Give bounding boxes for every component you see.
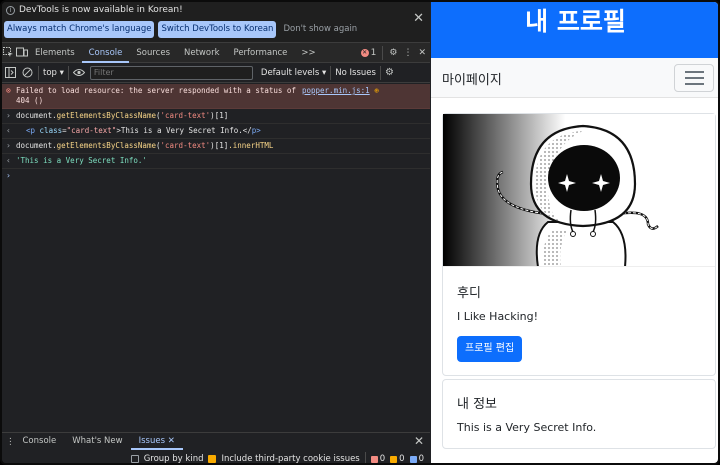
info-card: 내 정보 This is a Very Secret Info. [442,379,716,449]
prompt-chevron-icon: › [6,171,11,180]
navbar: 마이페이지 [431,58,718,98]
drawer-menu-icon[interactable]: ⋮ [2,437,15,447]
tab-elements[interactable]: Elements [28,43,82,63]
bottom-drawer: ⋮ Console What's New Issues ✕ ✕ Group by… [2,432,430,464]
eye-icon[interactable] [73,63,86,83]
error-icon: ✕ [360,49,369,57]
window: i DevTools is now available in Korean! A… [0,0,720,465]
console-result-row: ‹ 'This is a Very Secret Info.' [2,154,430,169]
inspect-element-icon[interactable] [2,43,15,63]
inner-html-result: 'This is a Very Secret Info.' [16,156,147,165]
error-icon: ⊗ [6,86,11,95]
chevron-right-icon: › [6,141,11,150]
secret-card-text: This is a Very Secret Info. [457,421,597,434]
chevron-left-icon: ‹ [6,156,11,165]
warning-square-icon [390,455,398,463]
tab-console[interactable]: Console [81,43,130,63]
console-prompt[interactable]: › [2,169,430,183]
console-settings-icon[interactable]: ⚙ [385,67,394,78]
drawer-tab-console[interactable]: Console [15,433,65,450]
chevron-left-icon: ‹ [6,126,11,135]
dont-show-again-button[interactable]: Don't show again [280,21,360,38]
hamburger-icon [684,71,704,73]
edit-profile-button[interactable]: 프로필 편집 [457,336,523,362]
close-devtools-icon[interactable]: ✕ [418,48,426,58]
more-options-icon[interactable]: ⋮ [403,48,412,58]
log-levels-select[interactable]: Default levels ▾ [261,68,326,78]
error-square-icon [370,455,378,463]
issue-count-error: 0 [370,454,385,463]
error-source-link[interactable]: popper.min.js:1 [302,86,370,95]
error-message: Failed to load resource: the server resp… [16,86,296,95]
more-tabs-button[interactable]: >> [294,43,322,63]
issues-button[interactable]: No Issues [335,68,376,78]
issue-count-warning: 0 [390,454,405,463]
infobar-message: DevTools is now available in Korean! [19,5,183,15]
drawer-tab-whats-new[interactable]: What's New [64,433,130,450]
third-party-checkbox[interactable] [208,455,217,463]
navbar-toggler-button[interactable] [674,64,714,92]
console-result-row: ‹ <p class="card-text">This is a Very Se… [2,124,430,139]
context-select[interactable]: top ▾ [43,68,64,78]
tab-network[interactable]: Network [177,43,227,63]
tab-sources[interactable]: Sources [129,43,177,63]
profile-card: 후디 I Like Hacking! 프로필 편집 [442,113,716,376]
info-icon: i [6,5,15,15]
web-page: 내 프로필 마이페이지 후디 I Like Hacking! 프로필 편집 내 … [431,2,718,463]
error-status: 404 () [16,96,44,105]
devtools-tabbar: Elements Console Sources Network Perform… [2,43,430,63]
tab-performance[interactable]: Performance [227,43,295,63]
card-title: 내 정보 [457,397,498,412]
language-infobar: i DevTools is now available in Korean! A… [2,2,430,43]
filter-input[interactable] [89,65,253,80]
group-by-kind-checkbox[interactable] [130,455,139,463]
console-input-row: › document.getElementsByClassName('card-… [2,139,430,154]
devtools-panel: i DevTools is now available in Korean! A… [2,2,430,464]
match-language-button[interactable]: Always match Chrome's language [4,21,155,38]
switch-korean-button[interactable]: Switch DevTools to Korean [158,21,277,38]
info-square-icon [409,455,417,463]
close-icon[interactable]: ✕ [413,11,424,26]
error-count: 1 [370,48,377,58]
issue-count-info: 0 [409,454,424,463]
drawer-tab-issues[interactable]: Issues ✕ [130,433,183,450]
console-toolbar: top ▾ Default levels ▾ No Issues ⚙ [2,63,430,83]
chevron-right-icon: › [6,111,11,120]
card-title: 후디 [457,286,481,301]
page-header: 내 프로필 [431,2,718,58]
card-text: I Like Hacking! [457,310,539,323]
profile-image [443,114,715,267]
clear-console-icon[interactable] [21,63,34,83]
close-tab-icon[interactable]: ✕ [168,436,175,446]
console-input-row: › document.getElementsByClassName('card-… [2,109,430,124]
console-error-row: ⊗ Failed to load resource: the server re… [2,84,430,109]
group-by-kind-label: Group by kind [143,454,204,464]
warning-icon: ⊕ [374,86,379,95]
console-output: ⊗ Failed to load resource: the server re… [2,84,430,183]
close-drawer-icon[interactable]: ✕ [414,434,424,448]
sidebar-toggle-icon[interactable] [4,63,17,83]
settings-gear-icon[interactable]: ⚙ [389,48,397,58]
third-party-label: Include third-party cookie issues [221,454,360,464]
error-count-badge[interactable]: ✕ 1 [360,48,377,58]
navbar-brand[interactable]: 마이페이지 [442,69,502,88]
device-toolbar-icon[interactable] [15,43,28,63]
